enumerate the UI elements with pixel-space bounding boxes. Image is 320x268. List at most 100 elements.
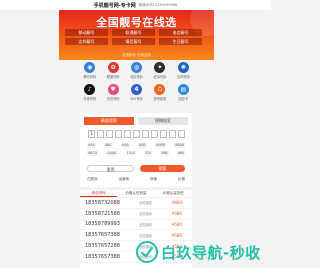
tab-fuzzy-search[interactable]: 模糊搜索: [138, 117, 188, 125]
reset-button[interactable]: 重置: [87, 165, 134, 172]
number-digit-inputs: 1: [88, 130, 185, 138]
category-label: 回复卡: [178, 97, 189, 101]
search-button[interactable]: 搜索: [140, 165, 185, 172]
pattern-key[interactable]: AABB: [154, 143, 166, 148]
tab-exact-search[interactable]: 精准搜索: [84, 117, 134, 125]
recycle-icon: ♺: [154, 84, 166, 95]
category-item[interactable]: 4 400号码: [125, 84, 148, 101]
telecom-icon: ◍: [130, 62, 142, 73]
banner-tag[interactable]: 电信靓号: [159, 29, 202, 36]
digit-input[interactable]: [115, 130, 122, 138]
filter-dropdown[interactable]: 价格: [178, 177, 185, 182]
digit-input[interactable]: [160, 130, 167, 138]
digit-input[interactable]: [133, 130, 140, 138]
category-item[interactable]: ◉ 移动号码: [78, 62, 101, 79]
pattern-key[interactable]: 1314: [125, 151, 136, 156]
number-info: 全国通用: [139, 222, 152, 227]
category-label: 靓号回收: [153, 97, 167, 101]
number-price: ¥880: [171, 200, 182, 206]
category-label: 吉祥号码: [176, 75, 190, 79]
sort-price-desc[interactable]: 价格从高到低: [155, 191, 192, 196]
digit-input[interactable]: [97, 130, 104, 138]
category-item[interactable]: ◍ 电信号码: [125, 62, 148, 79]
banner-tag[interactable]: 情侣靓号: [112, 38, 155, 45]
category-label: 移动号码: [83, 75, 97, 79]
digit-input[interactable]: [124, 130, 131, 138]
watermark: 白玖导航-秒收: [136, 239, 271, 265]
category-label: 虚拟号码: [153, 75, 167, 79]
card-icon: ▤: [177, 84, 189, 95]
filter-dropdown[interactable]: 归属地: [87, 177, 98, 182]
service-phone[interactable]: 客服手机13260099686: [139, 3, 178, 8]
pattern-key[interactable]: 666: [176, 151, 185, 156]
banner-tag[interactable]: 移动靓号: [65, 29, 108, 36]
phone-number: 18357657388: [85, 253, 120, 260]
digit-input[interactable]: [178, 130, 185, 138]
list-item[interactable]: 18358789993 全国通用 ¥580: [80, 220, 192, 231]
banner-tag[interactable]: 吉祥靓号: [65, 38, 108, 45]
number-info: 全国通用: [139, 201, 152, 206]
pattern-key[interactable]: 520: [144, 151, 153, 156]
banner-tag[interactable]: 联通靓号: [112, 29, 155, 36]
number-400-icon: 4: [130, 84, 142, 95]
digit-input[interactable]: 1: [88, 130, 95, 138]
tiktok-icon: ♪: [84, 84, 96, 95]
unicom-icon: ✿: [107, 62, 119, 73]
pattern-key[interactable]: AAA: [87, 143, 96, 148]
search-tabs: 精准搜索 模糊搜索: [84, 117, 188, 125]
number-info: 全国通用: [139, 212, 152, 217]
pattern-keys: AAA ABC AAB ABB AABB ABAB ABCD AAAA 1314 520 888 66…: [87, 143, 185, 159]
pattern-key-row: AAA ABC AAB ABB AABB ABAB: [87, 143, 185, 148]
filter-dropdown[interactable]: 规律: [150, 177, 157, 182]
pattern-key[interactable]: AAAA: [106, 151, 118, 156]
filter-bar: 归属地 运营商 规律 价格: [87, 177, 185, 182]
phone-number: 18357657388: [85, 232, 120, 239]
category-item[interactable]: ♺ 靓号回收: [148, 84, 171, 101]
page: 手机靓号网-专卡网 客服手机13260099686 全国靓号在线选 移动靓号 联…: [0, 0, 271, 268]
lucky-icon: ✺: [177, 62, 189, 73]
phone-number: 18358789993: [85, 221, 120, 228]
watermark-logo-icon: [136, 241, 158, 263]
search-actions: 重置 搜索: [87, 165, 185, 172]
digit-input[interactable]: [169, 130, 176, 138]
sort-price-asc[interactable]: 价格从低到高: [117, 191, 154, 196]
list-item[interactable]: 18358732088 全国通用 ¥880: [80, 198, 192, 209]
search-panel: 精准搜索 模糊搜索 1 AAA ABC AAB ABB AABB ABAB ABCD AAAA…: [80, 113, 192, 187]
number-info: 全国通用: [139, 233, 152, 238]
category-item[interactable]: ♪ 抖音号码: [78, 84, 101, 101]
digit-input[interactable]: [151, 130, 158, 138]
pattern-key[interactable]: ABCD: [87, 151, 98, 156]
phone-number: 18358732088: [85, 199, 120, 206]
pattern-key-row: ABCD AAAA 1314 520 888 666: [87, 151, 185, 156]
number-price: ¥580: [171, 221, 182, 227]
phone-number: 18358721588: [85, 210, 120, 217]
top-bar: 手机靓号网-专卡网 客服手机13260099686: [0, 0, 271, 10]
sort-default[interactable]: 综合排序: [80, 191, 118, 197]
category-label: 情侣号码: [106, 97, 120, 101]
category-label: 400号码: [130, 97, 143, 101]
category-item[interactable]: ✺ 吉祥号码: [172, 62, 195, 79]
number-price: ¥580: [171, 211, 182, 217]
pattern-key[interactable]: AAB: [121, 143, 130, 148]
filter-dropdown[interactable]: 运营商: [119, 177, 130, 182]
banner-subtitle: 全国靓号 在线选购: [121, 53, 152, 57]
category-item[interactable]: ♥ 情侣号码: [101, 84, 124, 101]
pattern-key[interactable]: ABC: [104, 143, 113, 148]
digit-input[interactable]: [106, 130, 113, 138]
category-icon-grid: ◉ 移动号码 ✿ 联通号码 ◍ 电信号码 ✦ 虚拟号码 ✺ 吉祥号码 ♪ 抖音号码 ♥ 情侣号码 4 400号…: [78, 62, 195, 101]
promo-banner[interactable]: 全国靓号在线选 移动靓号 联通靓号 电信靓号 吉祥靓号 情侣靓号 生日靓号 全国…: [59, 10, 214, 60]
banner-tag[interactable]: 生日靓号: [159, 38, 202, 45]
list-item[interactable]: 18358721588 全国通用 ¥580: [80, 209, 192, 220]
pattern-key[interactable]: 888: [160, 151, 169, 156]
category-item[interactable]: ✦ 虚拟号码: [148, 62, 171, 79]
pattern-key[interactable]: ABB: [138, 143, 147, 148]
category-item[interactable]: ✿ 联通号码: [101, 62, 124, 79]
site-title: 手机靓号网-专卡网: [93, 2, 136, 9]
mobile-icon: ◉: [84, 62, 96, 73]
banner-tags: 移动靓号 联通靓号 电信靓号 吉祥靓号 情侣靓号 生日靓号: [65, 29, 208, 45]
category-item[interactable]: ▤ 回复卡: [172, 84, 195, 101]
banner-title: 全国靓号在线选: [96, 16, 177, 29]
virtual-icon: ✦: [154, 62, 166, 73]
pattern-key[interactable]: ABAB: [174, 143, 185, 148]
digit-input[interactable]: [142, 130, 149, 138]
